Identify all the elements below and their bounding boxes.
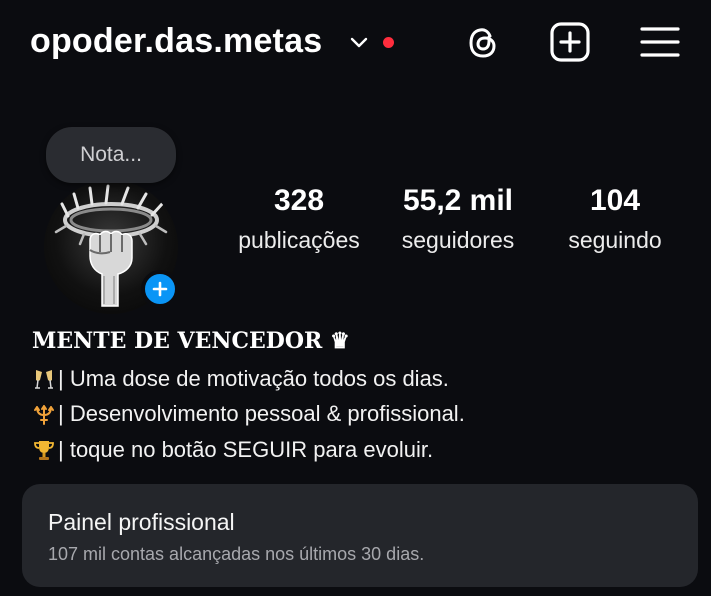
- professional-dashboard-reach: 107 mil contas alcançadas nos últimos 30…: [48, 544, 425, 564]
- note-bubble[interactable]: Nota...: [46, 127, 176, 183]
- stat-following[interactable]: 104 seguindo: [556, 182, 674, 260]
- stat-followers[interactable]: 55,2 mil seguidores: [390, 182, 526, 260]
- followers-label: seguidores: [401, 227, 515, 253]
- chevron-down-icon[interactable]: [348, 32, 370, 54]
- bio-name: MENTE DE VENCEDOR ♛: [32, 328, 350, 354]
- following-count: 104: [589, 184, 641, 217]
- threads-icon[interactable]: [462, 21, 504, 63]
- notification-dot: [383, 37, 394, 48]
- trident-icon: [32, 402, 56, 426]
- plus-icon: [152, 281, 168, 297]
- add-story-button[interactable]: [141, 270, 179, 308]
- bio-line: | toque no botão SEGUIR para evoluir.: [32, 437, 433, 463]
- posts-label: publicações: [238, 227, 360, 253]
- following-label: seguindo: [568, 227, 662, 253]
- professional-dashboard-card[interactable]: Painel profissional 107 mil contas alcan…: [22, 484, 698, 587]
- followers-count: 55,2 mil: [402, 184, 514, 217]
- bio-line-text: | toque no botão SEGUIR para evoluir.: [58, 437, 434, 462]
- profile-header: opoder.das.metas: [0, 0, 711, 90]
- plus-square-icon: [550, 22, 590, 62]
- profile-screen: opoder.das.metas Nota... 328 publicações…: [0, 0, 711, 596]
- posts-count: 328: [273, 184, 325, 217]
- stat-posts[interactable]: 328 publicações: [226, 182, 372, 260]
- menu-button[interactable]: [639, 21, 681, 63]
- hamburger-menu-icon: [640, 27, 680, 57]
- trophy-icon: [32, 438, 56, 462]
- champagne-glasses-icon: [32, 367, 56, 391]
- professional-dashboard-title: Painel profissional: [48, 509, 235, 535]
- create-post-button[interactable]: [549, 21, 591, 63]
- bio-line-text: | Uma dose de motivação todos os dias.: [58, 366, 449, 391]
- username-switcher[interactable]: opoder.das.metas: [30, 22, 322, 61]
- bio-line-text: | Desenvolvimento pessoal & profissional…: [58, 401, 465, 426]
- bio-line: | Desenvolvimento pessoal & profissional…: [32, 401, 465, 427]
- bio-line: | Uma dose de motivação todos os dias.: [32, 366, 449, 392]
